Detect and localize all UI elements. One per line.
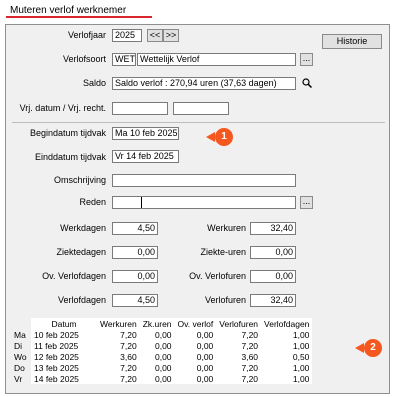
ov-verlofuren-label: Ov. Verlofuren [189,271,246,281]
verlofdagen-label: Verlofdagen [57,295,106,305]
verlofjaar-label: Verlofjaar [67,30,106,40]
verlofuren-cell: 7,20 [241,329,259,340]
werkuren-cell: 3,60 [120,351,137,362]
next-year-button[interactable]: >> [163,29,179,42]
table-row[interactable]: Ma 10 feb 2025 7,20 0,00 0,00 7,20 1,00 [14,329,312,340]
title-underline [6,16,152,18]
saldo-field: Saldo verlof : 270,94 uren (37,63 dagen) [112,77,296,90]
separator [12,122,385,123]
reden-label: Reden [79,197,106,207]
werkuren-cell: 7,20 [120,340,137,351]
callout-2-badge: 2 [364,339,382,357]
omschrijving-input[interactable] [112,174,296,187]
verlofuren-cell: 7,20 [241,362,259,373]
day-cell: Wo [14,351,31,362]
verlofuren-cell: 7,20 [241,373,259,384]
ov-verlofdagen-label: Ov. Verlofdagen [42,271,106,281]
verlofdagen-cell: 0,50 [292,351,310,362]
ziektedagen-label: Ziektedagen [56,247,106,257]
begindatum-input[interactable]: Ma 10 feb 2025 [112,127,179,140]
column-header-datum: Datum [51,318,77,329]
date-cell: 13 feb 2025 [34,362,79,373]
callout-1-badge: 1 [215,128,233,146]
verlofsoort-label: Verlofsoort [62,54,106,64]
verlofsoort-lookup-button[interactable]: ... [300,53,313,66]
verlofjaar-input[interactable]: 2025 [112,29,142,42]
date-cell: 14 feb 2025 [34,373,79,384]
zkuren-cell: 0,00 [154,373,172,384]
table-row[interactable]: Wo 12 feb 2025 3,60 0,00 0,00 3,60 0,50 [14,351,312,362]
verlofdagen-cell: 1,00 [292,340,310,351]
ov-verlofdagen-field: 0,00 [112,270,158,283]
column-header-ov-verlof: Ov. verlof [177,318,214,329]
day-cell: Do [14,362,31,373]
column-header-verlofdagen: Verlofdagen [264,318,310,329]
prev-year-button[interactable]: << [147,29,163,42]
column-header-verlofuren: Verlofuren [219,318,259,329]
werkdagen-label: Werkdagen [60,223,106,233]
verlofdagen-cell: 1,00 [292,373,310,384]
ziektedagen-field: 0,00 [112,246,158,259]
werkuren-cell: 7,20 [120,362,137,373]
zkuren-cell: 0,00 [154,351,172,362]
day-cell: Ma [14,329,31,340]
vrj-label: Vrj. datum / Vrj. recht. [19,103,106,113]
saldo-label: Saldo [82,78,106,88]
day-cell: Di [14,340,31,351]
ov-verlof-cell: 0,00 [196,373,214,384]
column-header-zkuren: Zk.uren [142,318,172,329]
zkuren-cell: 0,00 [154,340,172,351]
verlofsoort-description-field: Wettelijk Verlof [137,53,296,66]
einddatum-input[interactable]: Vr 14 feb 2025 [112,150,179,163]
table-row[interactable]: Di 11 feb 2025 7,20 0,00 0,00 7,20 1,00 [14,340,312,351]
date-cell: 11 feb 2025 [34,340,79,351]
table-header-row: Datum Werkuren Zk.uren Ov. verlof Verlof… [14,318,312,329]
ov-verlofuren-field: 0,00 [250,270,296,283]
verlofuren-cell: 7,20 [241,340,259,351]
werkdagen-field: 4,50 [112,222,158,235]
ziekteuren-field: 0,00 [250,246,296,259]
vrj-datum-input[interactable] [112,102,168,115]
begindatum-label: Begindatum tijdvak [29,128,106,138]
historie-button[interactable]: Historie [322,34,382,49]
day-cell: Vr [14,373,31,384]
reden-input[interactable] [112,196,296,209]
werkuren-cell: 7,20 [120,373,137,384]
omschrijving-label: Omschrijving [53,175,106,185]
verlofuren-cell: 3,60 [241,351,259,362]
einddatum-label: Einddatum tijdvak [34,152,106,162]
ziekteuren-label: Ziekte-uren [200,247,246,257]
zkuren-cell: 0,00 [154,362,172,373]
search-icon[interactable] [302,78,313,89]
date-cell: 10 feb 2025 [34,329,79,340]
reden-lookup-button[interactable]: ... [300,196,313,209]
callout-2-arrow [355,343,364,353]
ov-verlof-cell: 0,00 [196,362,214,373]
table-row[interactable]: Vr 14 feb 2025 7,20 0,00 0,00 7,20 1,00 [14,373,312,384]
verlofdagen-cell: 1,00 [292,329,310,340]
ov-verlof-cell: 0,00 [196,351,214,362]
column-header-werkuren: Werkuren [100,318,137,329]
werkuren-label: Werkuren [207,223,246,233]
ov-verlof-cell: 0,00 [196,340,214,351]
window-title: Muteren verlof werknemer [10,5,127,16]
verlofuren-label: Verlofuren [204,295,246,305]
callout-1-arrow [206,132,215,142]
vrj-recht-input[interactable] [173,102,229,115]
table-row[interactable]: Do 13 feb 2025 7,20 0,00 0,00 7,20 1,00 [14,362,312,373]
ov-verlof-cell: 0,00 [196,329,214,340]
verlof-day-table: Datum Werkuren Zk.uren Ov. verlof Verlof… [14,318,313,384]
verlofuren-field: 32,40 [250,294,296,307]
date-cell: 12 feb 2025 [34,351,79,362]
text-cursor [141,197,142,208]
zkuren-cell: 0,00 [154,329,172,340]
werkuren-field: 32,40 [250,222,296,235]
verlofdagen-field: 4,50 [112,294,158,307]
column-header-day [14,318,31,329]
werkuren-cell: 7,20 [120,329,137,340]
verlofsoort-code-input[interactable]: WET [112,53,136,66]
verlofdagen-cell: 1,00 [292,362,310,373]
